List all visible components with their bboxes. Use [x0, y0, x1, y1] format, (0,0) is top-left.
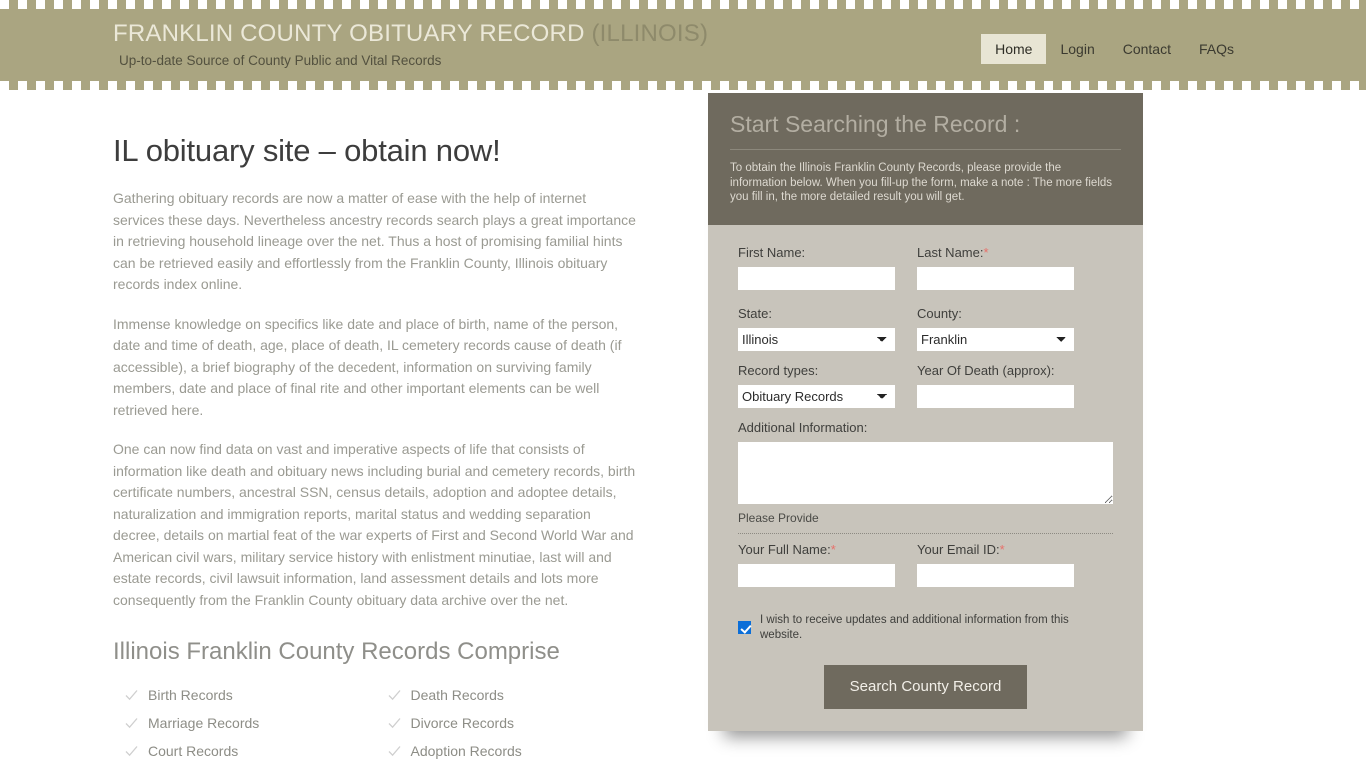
additional-info-textarea[interactable]	[738, 441, 1113, 504]
record-types-select[interactable]: Obituary Records	[738, 384, 895, 408]
search-form-panel: Start Searching the Record : To obtain t…	[708, 93, 1143, 731]
please-provide-note: Please Provide	[738, 510, 1113, 534]
state-field-group: State: Illinois	[738, 304, 895, 351]
list-item-label: Marriage Records	[148, 715, 260, 731]
check-icon	[125, 745, 138, 758]
record-types-label: Record types:	[738, 362, 819, 378]
consent-checkbox[interactable]	[738, 621, 751, 634]
site-title: FRANKLIN COUNTY OBITUARY RECORD (ILLINOI…	[113, 20, 708, 48]
article-content: IL obituary site – obtain now! Gathering…	[113, 132, 638, 768]
intro-paragraph-3: One can now find data on vast and impera…	[113, 441, 636, 608]
records-section-heading: Illinois Franklin County Records Compris…	[113, 638, 560, 665]
nav-item-contact[interactable]: Contact	[1109, 34, 1185, 64]
year-of-death-label: Year Of Death (approx):	[917, 362, 1055, 378]
intro-paragraph-1: Gathering obituary records are now a mat…	[113, 190, 636, 292]
nav-item-home[interactable]: Home	[981, 34, 1047, 64]
last-name-input[interactable]	[917, 266, 1074, 290]
consent-label: I wish to receive updates and additional…	[760, 613, 1069, 641]
list-item: Marriage Records	[113, 709, 376, 737]
first-name-field-group: First Name:	[738, 243, 895, 290]
intro-paragraph-2: Immense knowledge on specifics like date…	[113, 315, 622, 418]
check-icon	[125, 689, 138, 702]
county-field-group: County: Franklin	[917, 304, 1074, 351]
first-name-input[interactable]	[738, 266, 895, 290]
check-icon	[388, 745, 401, 758]
last-name-field-group: Last Name:*	[917, 243, 1074, 290]
email-input[interactable]	[917, 563, 1074, 587]
state-label: State:	[738, 305, 772, 321]
check-icon	[388, 689, 401, 702]
last-name-label: Last Name:*	[917, 243, 1074, 263]
last-name-label-text: Last Name:	[917, 244, 984, 260]
form-panel-header: Start Searching the Record : To obtain t…	[708, 93, 1143, 225]
first-name-label: First Name:	[738, 244, 806, 260]
form-title: Start Searching the Record :	[730, 109, 1121, 150]
search-county-record-button[interactable]: Search County Record	[823, 664, 1028, 709]
site-tagline: Up-to-date Source of County Public and V…	[119, 53, 442, 68]
list-item: Birth Records	[113, 681, 376, 709]
full-name-field-group: Your Full Name:*	[738, 540, 895, 587]
year-of-death-field-group: Year Of Death (approx):	[917, 361, 1074, 408]
additional-info-label: Additional Information:	[738, 419, 868, 435]
site-title-state: (ILLINOIS)	[591, 20, 709, 47]
consent-row: I wish to receive updates and additional…	[738, 613, 1113, 643]
list-item-label: Death Records	[410, 687, 504, 703]
required-asterisk: *	[830, 541, 836, 557]
list-item-label: Birth Records	[148, 687, 233, 703]
list-item: Death Records	[376, 681, 639, 709]
nav-item-faqs[interactable]: FAQs	[1185, 34, 1248, 64]
list-item: Adoption Records	[376, 737, 639, 765]
full-name-input[interactable]	[738, 563, 895, 587]
nav-item-login[interactable]: Login	[1046, 34, 1108, 64]
list-item: Divorce Records	[376, 709, 639, 737]
contact-field-row: Your Full Name:* Your Email ID:*	[738, 540, 1113, 587]
page-title: IL obituary site – obtain now!	[113, 133, 501, 168]
records-column-right: Death Records Divorce Records Adoption R…	[376, 681, 639, 768]
list-item-label: Adoption Records	[410, 743, 522, 759]
records-list: Birth Records Marriage Records Court Rec…	[113, 681, 638, 768]
site-title-main: FRANKLIN COUNTY OBITUARY RECORD	[113, 20, 592, 47]
list-item-label: Court Records	[148, 743, 239, 759]
required-asterisk: *	[983, 244, 989, 260]
state-select[interactable]: Illinois	[738, 327, 895, 351]
name-field-row: First Name: Last Name:*	[738, 243, 1113, 290]
year-of-death-input[interactable]	[917, 384, 1074, 408]
full-name-label: Your Full Name:*	[738, 540, 895, 560]
county-label: County:	[917, 305, 962, 321]
email-label: Your Email ID:*	[917, 540, 1074, 560]
submit-row: Search County Record	[738, 664, 1113, 709]
records-column-left: Birth Records Marriage Records Court Rec…	[113, 681, 376, 768]
email-label-text: Your Email ID:	[917, 541, 1000, 557]
location-field-row: State: Illinois County: Franklin	[738, 304, 1113, 351]
record-field-row: Record types: Obituary Records Year Of D…	[738, 361, 1113, 408]
header-inner: FRANKLIN COUNTY OBITUARY RECORD (ILLINOI…	[108, 0, 1258, 90]
full-name-label-text: Your Full Name:	[738, 541, 831, 557]
site-header: FRANKLIN COUNTY OBITUARY RECORD (ILLINOI…	[0, 0, 1366, 90]
check-icon	[125, 717, 138, 730]
email-field-group: Your Email ID:*	[917, 540, 1074, 587]
additional-info-field-group: Additional Information:	[738, 418, 1113, 504]
form-intro-text: To obtain the Illinois Franklin County R…	[730, 162, 1113, 203]
record-types-field-group: Record types: Obituary Records	[738, 361, 895, 408]
main-navigation: Home Login Contact FAQs	[981, 34, 1248, 64]
county-select[interactable]: Franklin	[917, 327, 1074, 351]
brand-block: FRANKLIN COUNTY OBITUARY RECORD (ILLINOI…	[113, 20, 708, 69]
required-asterisk: *	[999, 541, 1005, 557]
list-item-label: Divorce Records	[410, 715, 514, 731]
check-icon	[388, 717, 401, 730]
form-body: First Name: Last Name:* State: Illinois	[708, 225, 1143, 731]
page-wrapper: IL obituary site – obtain now! Gathering…	[108, 90, 1258, 768]
list-item: Court Records	[113, 737, 376, 765]
